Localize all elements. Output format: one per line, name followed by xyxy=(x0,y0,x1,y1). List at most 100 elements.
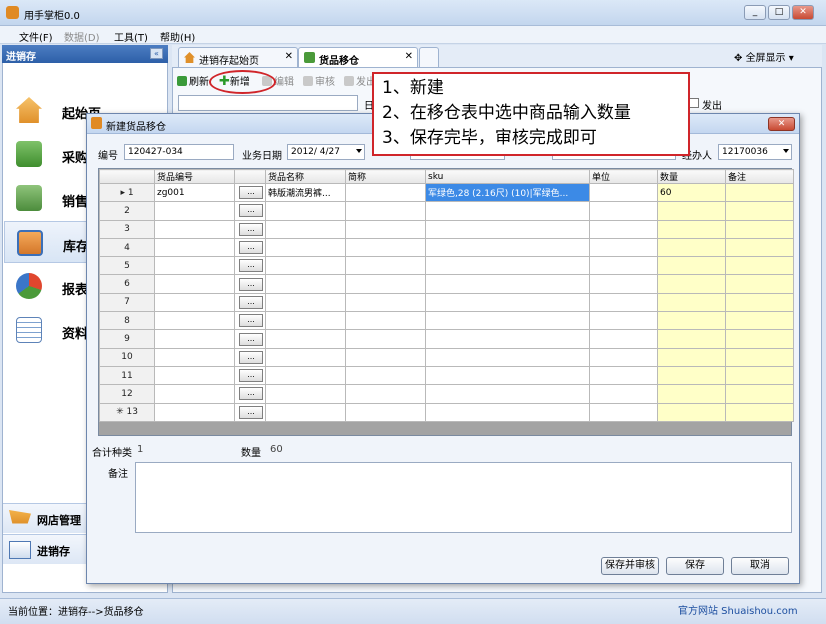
column-header[interactable]: 货品编号 xyxy=(154,169,235,184)
cell-sku[interactable] xyxy=(425,274,590,294)
cell-name[interactable] xyxy=(265,384,346,404)
cell-note[interactable] xyxy=(725,201,794,221)
cell-qty[interactable] xyxy=(657,402,726,422)
cell-note[interactable] xyxy=(725,237,794,258)
refresh-button[interactable]: 刷新 xyxy=(177,73,209,89)
table-row[interactable]: 5... xyxy=(99,256,794,276)
cell-qty[interactable] xyxy=(657,237,726,258)
cell-abbr[interactable] xyxy=(345,402,426,422)
tab-goods-transfer[interactable]: 货品移仓 ✕ xyxy=(298,47,418,67)
cell-qty[interactable] xyxy=(657,256,726,276)
column-header[interactable]: 单位 xyxy=(589,169,658,184)
cell-qty[interactable] xyxy=(657,201,726,221)
column-header[interactable]: 简称 xyxy=(345,169,426,184)
cell-note[interactable] xyxy=(725,311,794,331)
ellipsis-button[interactable]: ... xyxy=(239,241,263,255)
cell-note[interactable] xyxy=(725,402,794,422)
row-header[interactable]: 8 xyxy=(99,311,155,331)
official-site-link[interactable]: 官方网站 Shuaishou.com xyxy=(678,602,798,617)
cell-sku[interactable] xyxy=(425,237,590,258)
ellipsis-button[interactable]: ... xyxy=(239,259,263,273)
cell-abbr[interactable] xyxy=(345,237,426,258)
cell-name[interactable] xyxy=(265,219,346,239)
cell-name[interactable] xyxy=(265,402,346,422)
cell-abbr[interactable] xyxy=(345,274,426,294)
ellipsis-button[interactable]: ... xyxy=(239,332,263,346)
ellipsis-button[interactable]: ... xyxy=(239,387,263,401)
cell-unit[interactable] xyxy=(589,311,658,331)
cell-note[interactable] xyxy=(725,292,794,313)
cell-unit[interactable] xyxy=(589,237,658,258)
row-header[interactable]: 9 xyxy=(99,329,155,349)
cell-code[interactable] xyxy=(154,347,235,367)
cell-note[interactable] xyxy=(725,347,794,367)
cell-code[interactable] xyxy=(154,329,235,349)
cell-lookup[interactable]: ... xyxy=(234,365,266,386)
cell-note[interactable] xyxy=(725,182,794,203)
ellipsis-button[interactable]: ... xyxy=(239,222,263,236)
audit-button[interactable]: 审核 xyxy=(303,73,335,89)
dialog-close-button[interactable]: ✕ xyxy=(768,117,795,131)
column-header[interactable]: 备注 xyxy=(725,169,794,184)
cell-note[interactable] xyxy=(725,274,794,294)
fullscreen-button[interactable]: ✥ 全屏显示 ▾ xyxy=(734,49,794,64)
cell-abbr[interactable] xyxy=(345,256,426,276)
table-row[interactable]: 10... xyxy=(99,347,794,367)
table-row[interactable]: 7... xyxy=(99,292,794,313)
remark-textarea[interactable] xyxy=(135,462,792,533)
cell-name[interactable] xyxy=(265,237,346,258)
cell-abbr[interactable] xyxy=(345,201,426,221)
column-header[interactable]: 数量 xyxy=(657,169,726,184)
save-button[interactable]: 保存 xyxy=(666,557,724,575)
cell-abbr[interactable] xyxy=(345,182,426,203)
menu-file[interactable]: 文件(F) xyxy=(19,29,53,44)
cell-sku[interactable] xyxy=(425,365,590,386)
cell-sku[interactable] xyxy=(425,347,590,367)
cell-sku[interactable] xyxy=(425,329,590,349)
code-field[interactable]: 120427-034 xyxy=(124,144,234,160)
cell-unit[interactable] xyxy=(589,365,658,386)
cell-lookup[interactable]: ... xyxy=(234,182,266,203)
cell-qty[interactable]: 60 xyxy=(657,182,726,203)
cell-name[interactable] xyxy=(265,292,346,313)
cell-lookup[interactable]: ... xyxy=(234,237,266,258)
save-and-audit-button[interactable]: 保存并审核 xyxy=(601,557,659,575)
cell-unit[interactable] xyxy=(589,219,658,239)
cell-abbr[interactable] xyxy=(345,365,426,386)
cell-qty[interactable] xyxy=(657,347,726,367)
cell-lookup[interactable]: ... xyxy=(234,347,266,367)
cell-code[interactable] xyxy=(154,256,235,276)
cell-qty[interactable] xyxy=(657,274,726,294)
cell-unit[interactable] xyxy=(589,292,658,313)
handler-select[interactable]: 12170036 xyxy=(718,144,792,160)
row-header[interactable]: 12 xyxy=(99,384,155,404)
row-header[interactable]: ✳ 13 xyxy=(99,402,155,422)
ellipsis-button[interactable]: ... xyxy=(239,277,263,291)
cell-name[interactable]: 韩版潮流男裤... xyxy=(265,182,346,203)
cell-abbr[interactable] xyxy=(345,347,426,367)
ellipsis-button[interactable]: ... xyxy=(239,314,263,328)
row-header[interactable]: 6 xyxy=(99,274,155,294)
cell-lookup[interactable]: ... xyxy=(234,292,266,313)
cell-abbr[interactable] xyxy=(345,311,426,331)
tab-new[interactable] xyxy=(419,47,439,67)
cell-name[interactable] xyxy=(265,256,346,276)
menu-data[interactable]: 数据(D) xyxy=(64,29,100,44)
cell-unit[interactable] xyxy=(589,182,658,203)
cell-code[interactable] xyxy=(154,201,235,221)
cell-qty[interactable] xyxy=(657,365,726,386)
row-header[interactable]: 11 xyxy=(99,365,155,386)
cell-code[interactable] xyxy=(154,219,235,239)
table-row[interactable]: 4... xyxy=(99,237,794,258)
table-row[interactable]: 3... xyxy=(99,219,794,239)
cell-name[interactable] xyxy=(265,201,346,221)
filter-input[interactable] xyxy=(178,95,358,111)
cell-sku[interactable] xyxy=(425,402,590,422)
ellipsis-button[interactable]: ... xyxy=(239,405,263,419)
ellipsis-button[interactable]: ... xyxy=(239,369,263,383)
menu-tools[interactable]: 工具(T) xyxy=(114,29,148,44)
cell-sku[interactable]: 军绿色,28 (2.16尺) (10)|军绿色... xyxy=(425,182,590,203)
cell-code[interactable] xyxy=(154,274,235,294)
cell-unit[interactable] xyxy=(589,329,658,349)
cell-note[interactable] xyxy=(725,329,794,349)
